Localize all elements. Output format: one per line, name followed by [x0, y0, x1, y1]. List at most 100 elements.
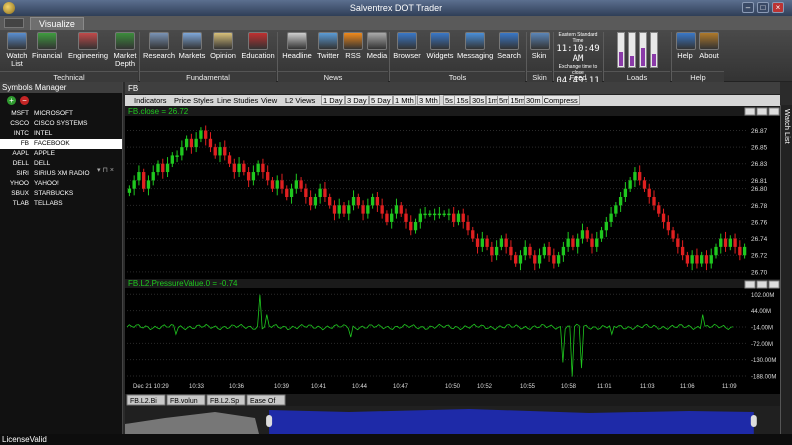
bottom-tab[interactable]: FB.L2.Bi — [126, 394, 166, 406]
bottom-tab[interactable]: FB.volun — [166, 394, 206, 406]
navigator-right-handle[interactable] — [750, 415, 757, 427]
add-symbol-icon[interactable]: + — [7, 96, 16, 105]
candle-body — [604, 221, 608, 231]
books-button[interactable]: Research — [143, 32, 175, 60]
symbol-row-tlab[interactable]: TLAB TELLABS — [0, 199, 122, 209]
candle — [494, 240, 499, 261]
remove-symbol-icon[interactable]: − — [20, 96, 29, 105]
indicator-panel-button[interactable] — [768, 280, 780, 289]
candle-body — [270, 180, 275, 189]
candle-body — [432, 213, 437, 216]
timeframe-3mth[interactable]: 3 Mth — [417, 95, 440, 105]
timeframe-30m[interactable]: 30m — [524, 95, 543, 105]
timeframe-3day[interactable]: 3 Day — [345, 95, 369, 105]
indicator-panel-button[interactable] — [756, 280, 768, 289]
symbol-row-siri[interactable]: SIRI SIRIUS XM RADIO — [0, 169, 122, 179]
chart-menu-indicators[interactable]: Indicators — [134, 95, 167, 106]
candle-body — [494, 246, 499, 256]
candle-body — [661, 213, 666, 222]
timeframe-15s[interactable]: 15s — [454, 95, 471, 105]
watch-list-side-tab[interactable]: Watch List — [780, 105, 792, 434]
navigator-left-handle[interactable] — [266, 415, 273, 427]
candle-body — [170, 155, 174, 164]
chart-menu-price-styles[interactable]: Price Styles — [174, 95, 214, 106]
indicator-panel: FB.L2.PressureValue.0 = -0.74 102.00M 44.0… — [126, 279, 776, 381]
candle — [561, 241, 566, 262]
timeframe-5day[interactable]: 5 Day — [369, 95, 393, 105]
symbol-row-dell[interactable]: DELL DELL — [0, 159, 122, 169]
candle — [647, 183, 651, 204]
symbol-row-intc[interactable]: INTC INTEL — [0, 129, 122, 139]
candle — [642, 177, 647, 193]
bird-button[interactable]: Twitter — [315, 32, 341, 60]
candle-body — [676, 238, 680, 247]
price-panel-button[interactable] — [756, 107, 768, 116]
candle-body — [390, 213, 394, 222]
ribbon-button-label: Widgets — [426, 51, 454, 60]
engineering-button[interactable]: Engineering — [66, 32, 110, 60]
candle-body — [542, 246, 546, 256]
ribbon-button-label: Messaging — [457, 51, 494, 60]
indicator-panel-button[interactable] — [744, 280, 756, 289]
candle-body — [375, 197, 380, 206]
symbol-row-yhoo[interactable]: YHOO YAHOO! — [0, 179, 122, 189]
watchlist-button[interactable]: Watch List — [6, 32, 28, 68]
media-button[interactable]: Media — [366, 32, 388, 60]
candle — [142, 168, 146, 193]
opinion-button[interactable]: Opinion — [208, 32, 238, 60]
price-panel-button[interactable] — [768, 107, 780, 116]
candle-body — [690, 255, 694, 264]
candle — [537, 248, 542, 269]
about-button[interactable]: About — [698, 32, 720, 60]
candle-body — [709, 255, 713, 264]
navigator[interactable] — [125, 406, 780, 434]
widgets-button[interactable]: Widgets — [425, 32, 455, 60]
symbol-row-sbux[interactable]: SBUX STARBUCKS — [0, 189, 122, 199]
compress-button[interactable]: Compress — [541, 95, 580, 105]
minimize-button[interactable]: – — [742, 2, 754, 13]
rss-button[interactable]: RSS — [343, 32, 363, 60]
tab-visualize[interactable]: Visualize — [30, 17, 84, 30]
chart-canvas[interactable]: FB.close = 26.72 26.87 26.85 26.83 26.8126.8… — [125, 106, 780, 434]
timeframe-1day[interactable]: 1 Day — [321, 95, 345, 105]
bottom-tab[interactable]: Ease Of — [246, 394, 286, 406]
chart-menu-l2-views[interactable]: L2 Views — [285, 95, 315, 106]
maximize-button[interactable]: □ — [757, 2, 769, 13]
globe-button[interactable]: Browser — [392, 32, 422, 60]
chart-menu-view[interactable]: View — [261, 95, 277, 106]
candle — [375, 192, 380, 212]
skin-button[interactable]: Skin — [530, 32, 550, 60]
bottom-tab[interactable]: FB.L2.Sp — [206, 394, 246, 406]
timeframe-30s[interactable]: 30s — [470, 95, 487, 105]
symbol-row-aapl[interactable]: AAPL APPLE — [0, 149, 122, 159]
bottom-tab-label: FB.volun — [170, 398, 198, 405]
symbol-row-csco[interactable]: CSCO CISCO SYSTEMS — [0, 119, 122, 129]
candle — [270, 177, 275, 193]
market-depth-button[interactable]: Market Depth — [112, 32, 138, 68]
ribbon-separator — [389, 32, 390, 81]
candle — [366, 198, 370, 219]
symbol-name: APPLE — [34, 150, 55, 157]
search-button[interactable]: Search — [496, 32, 522, 60]
timeframe-1mth[interactable]: 1 Mth — [393, 95, 416, 105]
close-button[interactable]: × — [772, 2, 784, 13]
app-menu-button[interactable] — [4, 18, 24, 28]
candle — [337, 198, 341, 219]
bottom-tab-label: Ease Of — [250, 398, 275, 405]
symbol-row-fb[interactable]: FB FACEBOOK — [0, 139, 122, 149]
ribbon-button-label: Research — [143, 51, 176, 60]
indicator-tick-label: 102.00M — [751, 293, 774, 299]
help-button[interactable]: Help — [676, 32, 696, 60]
chart-menu-line-studies[interactable]: Line Studies — [217, 95, 258, 106]
price-panel-button[interactable] — [744, 107, 756, 116]
newspaper-button[interactable]: Headline — [281, 32, 313, 60]
apple-button[interactable]: Education — [240, 32, 276, 60]
financial-chart-button[interactable]: Financial — [31, 32, 63, 60]
candle-body — [504, 238, 508, 247]
candle — [738, 240, 742, 261]
markets-button[interactable]: Markets — [178, 32, 206, 60]
symbol-row-msft[interactable]: MSFT MICROSOFT — [0, 109, 122, 119]
timeframe-5s[interactable]: 5s — [443, 95, 455, 105]
messaging-button[interactable]: Messaging — [457, 32, 493, 60]
ribbon-button-label: Help — [677, 51, 693, 60]
